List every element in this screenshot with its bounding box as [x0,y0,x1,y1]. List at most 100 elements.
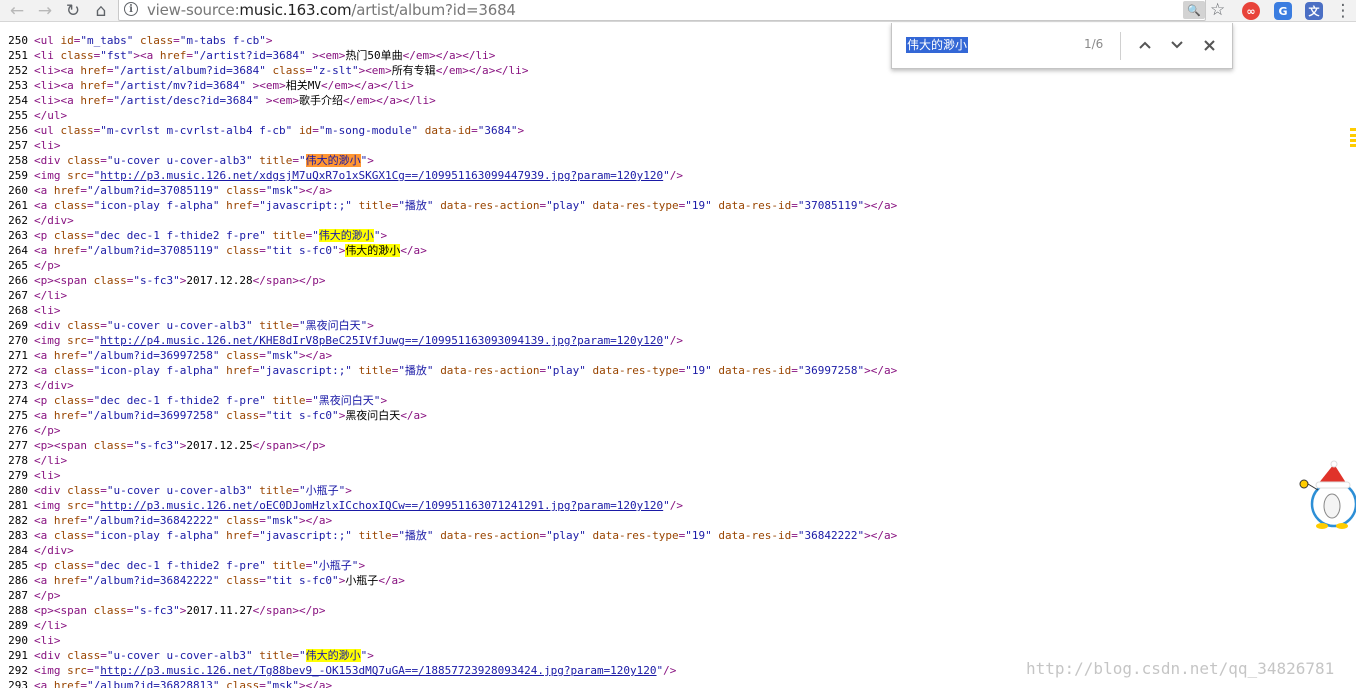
source-view: 250 <ul id="m_tabs" class="m-tabs f-cb"> 2… [0,33,1356,688]
source-line: 280 <div class="u-cover u-cover-alb3" tit… [0,483,1356,498]
source-line: 258 <div class="u-cover u-cover-alb3" tit… [0,153,1356,168]
find-input[interactable]: 伟大的渺小 [906,37,969,53]
menu-icon[interactable]: ⋮ [1332,0,1354,22]
line-code: <div class="u-cover u-cover-alb3" title=… [34,484,352,497]
line-number: 272 [8,364,28,377]
url-path: /artist/album?id=3684 [351,1,516,19]
line-number: 254 [8,94,28,107]
line-code: <li><a href="/artist/desc?id=3684" ><em>… [34,94,436,107]
line-number: 270 [8,334,28,347]
forward-icon[interactable]: → [34,0,56,22]
reload-icon[interactable]: ↻ [62,0,84,22]
home-icon[interactable]: ⌂ [90,0,112,22]
line-number: 283 [8,529,28,542]
source-line: 267 </li> [0,288,1356,303]
line-code: <li><a href="/artist/album?id=3684" clas… [34,64,529,77]
line-number: 292 [8,664,28,677]
line-code: <img src="http://p3.music.126.net/xdgsjM… [34,169,684,182]
source-line: 254 <li><a href="/artist/desc?id=3684" ><… [0,93,1356,108]
line-number: 256 [8,124,28,137]
url-scheme: view-source: [147,1,240,19]
line-code: <a class="icon-play f-alpha" href="javas… [34,529,898,542]
source-line: 287 </p> [0,588,1356,603]
line-number: 279 [8,469,28,482]
line-code: <ul id="m_tabs" class="m-tabs f-cb"> [34,34,273,47]
line-code: </li> [34,454,68,467]
line-code: <img src="http://p3.music.126.net/oEC0DJ… [34,499,684,512]
line-code: <div class="u-cover u-cover-alb3" title=… [34,319,374,332]
line-code: <a href="/album?id=36997258" class="tit … [34,409,427,422]
extension-infinity-icon[interactable]: ∞ [1242,2,1260,20]
source-line: 288 <p><span class="s-fc3">2017.11.27</sp… [0,603,1356,618]
source-line: 256 <ul class="m-cvrlst m-cvrlst-alb4 f-c… [0,123,1356,138]
mascot-widget[interactable] [1298,460,1356,536]
line-number: 274 [8,394,28,407]
line-number: 264 [8,244,28,257]
line-number: 288 [8,604,28,617]
chevron-up-icon[interactable] [1134,34,1156,56]
source-line: 262 </div> [0,213,1356,228]
source-line: 275 <a href="/album?id=36997258" class="t… [0,408,1356,423]
chevron-down-icon[interactable] [1166,34,1188,56]
source-line: 257 <li> [0,138,1356,153]
line-number: 255 [8,109,28,122]
line-code: <a href="/album?id=36828813" class="msk"… [34,679,333,688]
back-icon[interactable]: ← [6,0,28,22]
line-code: <img src="http://p3.music.126.net/Tg88be… [34,664,677,677]
line-code: <a href="/album?id=36842222" class="tit … [34,574,405,587]
line-number: 268 [8,304,28,317]
source-line: 261 <a class="icon-play f-alpha" href="ja… [0,198,1356,213]
line-number: 281 [8,499,28,512]
info-icon[interactable]: i [124,2,138,16]
search-match: 伟大的渺小 [305,154,361,167]
find-bar: 伟大的渺小 1/6 [891,23,1233,69]
extension-shield-icon[interactable]: G [1274,2,1292,20]
line-code: <li> [34,139,61,152]
line-number: 291 [8,649,28,662]
line-code: <img src="http://p4.music.126.net/KHE8dI… [34,334,684,347]
line-number: 269 [8,319,28,332]
find-match-count: 1/6 [1084,37,1104,51]
line-code: </li> [34,289,68,302]
line-number: 289 [8,619,28,632]
source-line: 260 <a href="/album?id=37085119" class="m… [0,183,1356,198]
extension-translate-icon[interactable]: 文 [1305,2,1323,20]
source-line: 289 </li> [0,618,1356,633]
source-line: 284 </div> [0,543,1356,558]
source-line: 276 </p> [0,423,1356,438]
line-code: <a href="/album?id=36997258" class="msk"… [34,349,333,362]
source-line: 286 <a href="/album?id=36842222" class="t… [0,573,1356,588]
line-number: 284 [8,544,28,557]
line-code: <div class="u-cover u-cover-alb3" title=… [34,649,374,662]
star-icon[interactable]: ☆ [1210,0,1225,20]
line-code: <li><a href="/artist/mv?id=3684" ><em>相关… [34,79,414,92]
find-in-page-icon[interactable]: 🔍 [1183,1,1205,19]
line-number: 251 [8,49,28,62]
line-number: 278 [8,454,28,467]
line-code: <a class="icon-play f-alpha" href="javas… [34,364,898,377]
line-code: </li> [34,619,68,632]
line-code: </ul> [34,109,68,122]
url-host: music.163.com [239,1,352,19]
line-code: </div> [34,379,74,392]
address-bar[interactable]: i view-source:music.163.com/artist/album… [118,0,1225,21]
line-code: <p><span class="s-fc3">2017.12.28</span>… [34,274,326,287]
scroll-match-marker [1350,134,1356,137]
line-code: <a class="icon-play f-alpha" href="javas… [34,199,898,212]
scroll-match-marker [1350,128,1356,131]
source-line: 283 <a class="icon-play f-alpha" href="ja… [0,528,1356,543]
close-icon[interactable] [1198,34,1220,56]
line-code: <li class="fst"><a href="/artist?id=3684… [34,49,496,62]
line-code: <li> [34,469,61,482]
line-code: <li> [34,634,61,647]
source-line: 263 <p class="dec dec-1 f-thide2 f-pre" t… [0,228,1356,243]
line-number: 273 [8,379,28,392]
source-line: 279 <li> [0,468,1356,483]
line-code: <p class="dec dec-1 f-thide2 f-pre" titl… [34,559,366,572]
search-match: 伟大的渺小 [345,244,401,257]
browser-toolbar: ← → ↻ ⌂ i view-source:music.163.com/arti… [0,0,1356,22]
url-text[interactable]: view-source:music.163.com/artist/album?i… [147,1,516,19]
line-number: 266 [8,274,28,287]
line-number: 275 [8,409,28,422]
line-number: 265 [8,259,28,272]
